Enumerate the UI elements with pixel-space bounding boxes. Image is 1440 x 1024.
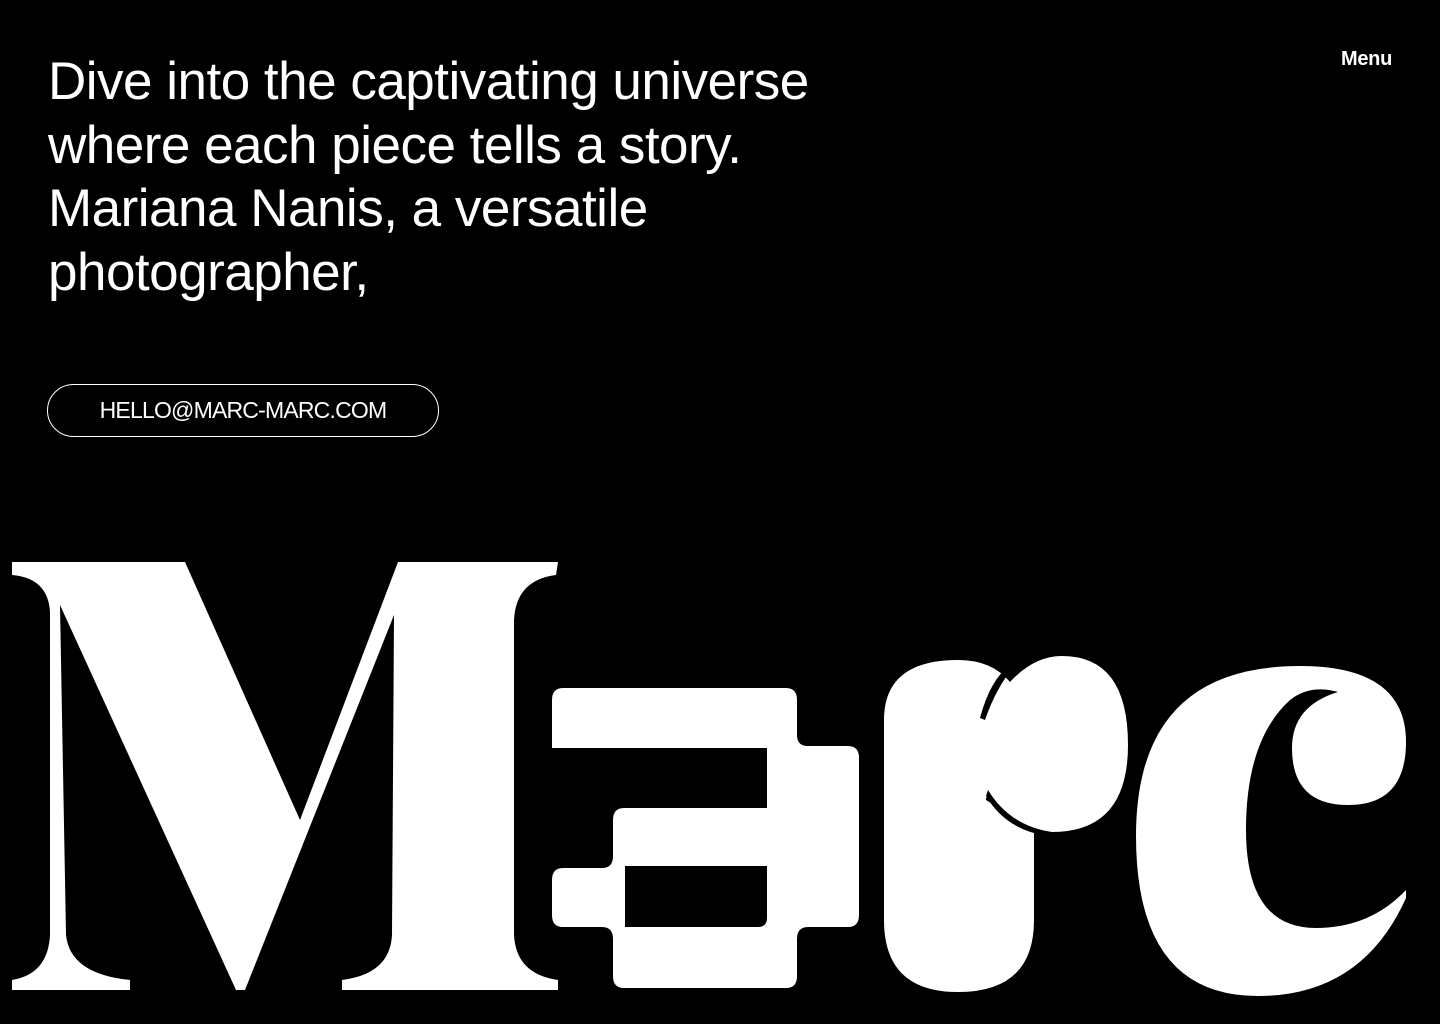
wordmark-letter-c [1136,666,1406,996]
menu-button[interactable]: Menu [1341,48,1392,71]
email-contact-button[interactable]: HELLO@MARC-MARC.COM [47,384,439,437]
wordmark-letter-m [12,562,558,990]
wordmark-letter-a [552,688,859,988]
page: Dive into the captivating universe where… [0,0,1440,1024]
brand-wordmark-logo [0,540,1440,1024]
wordmark-letter-r [884,656,1128,992]
hero-intro-text: Dive into the captivating universe where… [48,52,809,302]
